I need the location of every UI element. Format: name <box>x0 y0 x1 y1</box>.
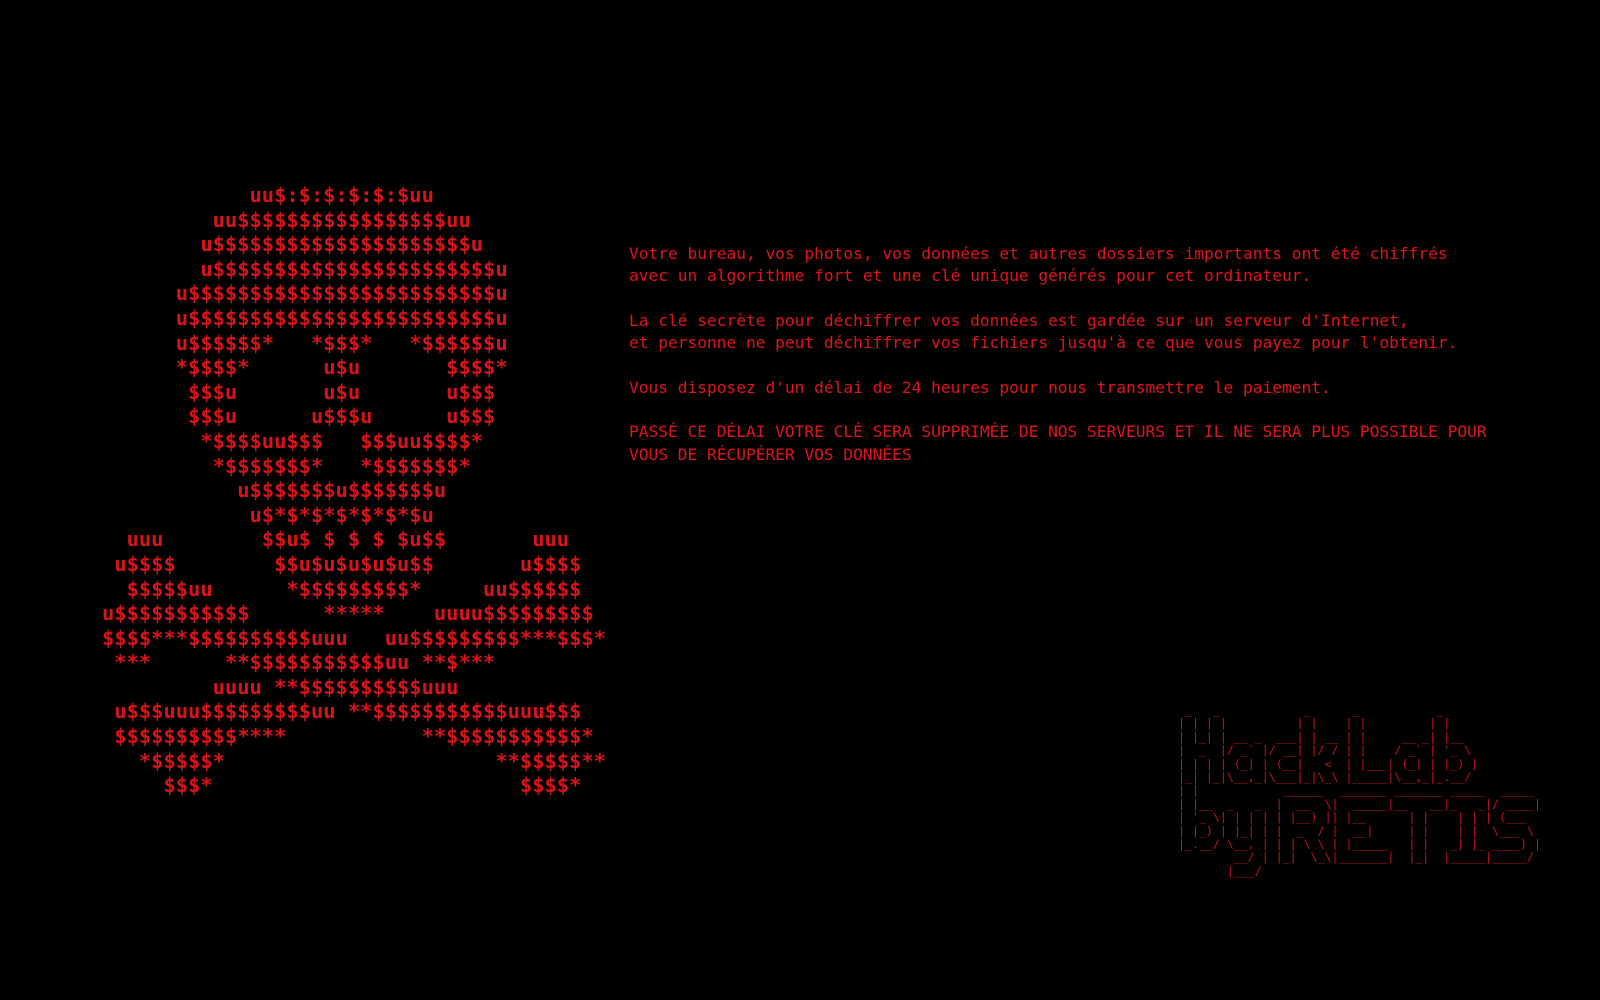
ransom-message: Votre bureau, vos photos, vos données et… <box>629 243 1529 488</box>
message-paragraph-secret-key: La clé secrète pour déchiffrer vos donné… <box>629 310 1458 353</box>
ransomware-screen: uu$:$:$:$:$:$uu uu$$$$$$$$$$$$$$$$$uu u$… <box>0 0 1600 1000</box>
hack-lab-by-retis-logo: _ _ _ _ _ | | | | | | | | | | | |_| | __… <box>1178 703 1541 878</box>
message-paragraph-warning: PASSÉ CE DÉLAI VOTRE CLÉ SERA SUPPRIMÉE … <box>629 422 1487 464</box>
skull-crossbones-ascii-art: uu$:$:$:$:$:$uu uu$$$$$$$$$$$$$$$$$uu u$… <box>102 183 606 798</box>
message-paragraph-deadline: Vous disposez d'un délai de 24 heures po… <box>629 377 1331 397</box>
message-paragraph-encryption: Votre bureau, vos photos, vos données et… <box>629 244 1448 286</box>
